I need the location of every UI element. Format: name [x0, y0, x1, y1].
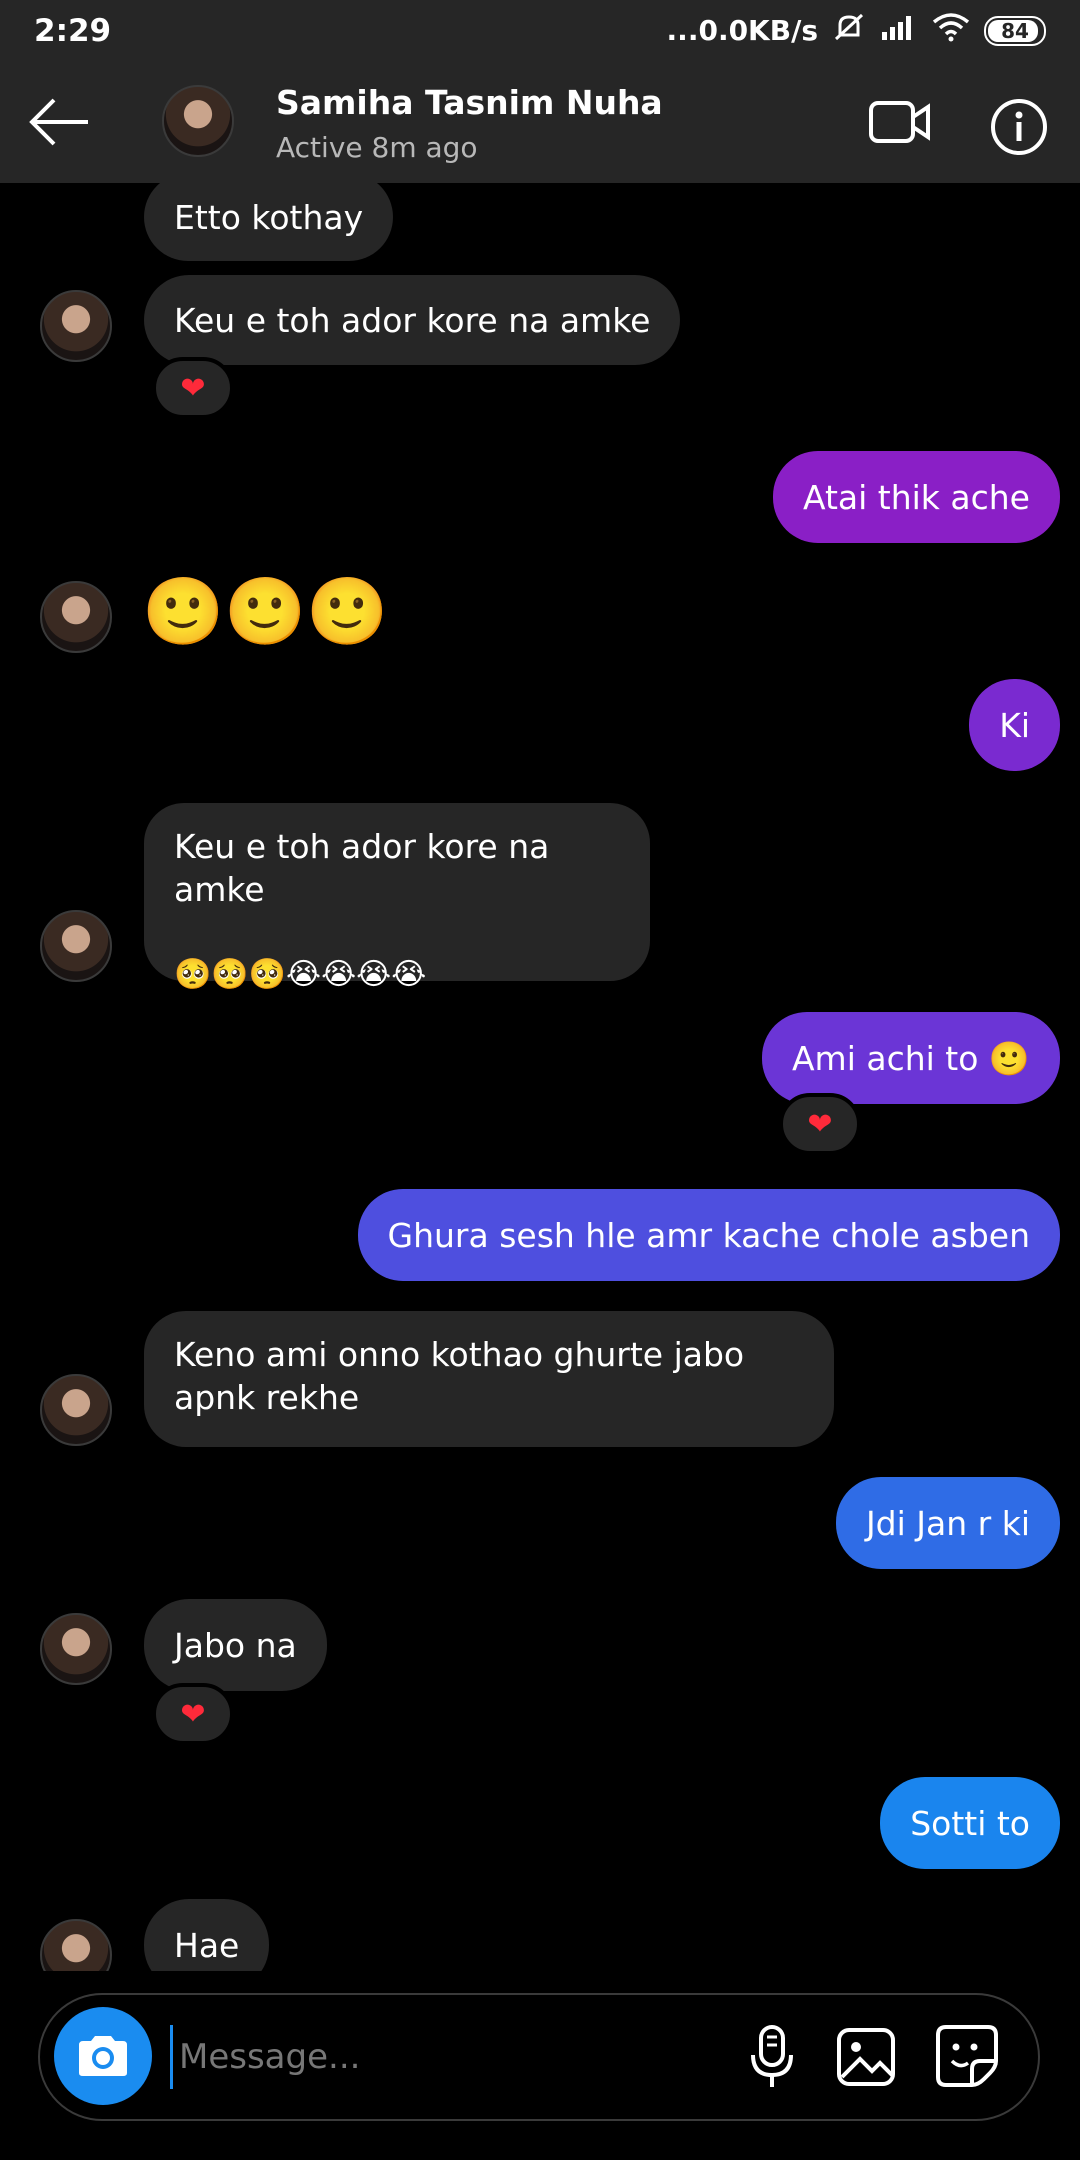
back-button[interactable]: [28, 95, 92, 149]
sticker-button[interactable]: [934, 2023, 1000, 2089]
message-text: Ami achi to 🙂: [791, 1038, 1030, 1078]
incoming-message[interactable]: Keu e toh ador kore na amke: [144, 275, 681, 365]
contact-status: Active 8m ago: [276, 131, 478, 164]
outgoing-message[interactable]: Jdi Jan r ki: [835, 1477, 1060, 1569]
wifi-icon: [932, 12, 970, 49]
microphone-icon: [751, 2025, 793, 2087]
incoming-message[interactable]: Hae: [144, 1899, 270, 1971]
incoming-message[interactable]: Jabo na: [144, 1599, 327, 1691]
message-text: Hae: [174, 1925, 240, 1965]
heart-reaction[interactable]: ❤: [152, 1683, 234, 1745]
info-button[interactable]: [989, 97, 1049, 157]
avatar[interactable]: [40, 581, 112, 653]
heart-icon: ❤: [180, 1696, 206, 1732]
network-speed: ...0.0KB/s: [666, 14, 818, 47]
avatar[interactable]: [40, 290, 112, 362]
message-composer: [38, 1993, 1040, 2121]
message-text: Keno ami onno kothao ghurte jabo apnk re…: [174, 1335, 745, 1417]
message-text: Jabo na: [174, 1625, 297, 1665]
status-bar: 2:29 ...0.0KB/s 84: [0, 0, 1080, 61]
video-call-button[interactable]: [868, 97, 932, 147]
message-text: Ki: [999, 705, 1030, 745]
incoming-message[interactable]: Keu e toh ador kore na amke 🥺🥺🥺😭😭😭😭: [144, 803, 650, 992]
message-input[interactable]: [170, 2025, 730, 2089]
status-time: 2:29: [34, 12, 112, 49]
avatar[interactable]: [40, 910, 112, 982]
gallery-icon: [837, 2028, 895, 2086]
contact-avatar[interactable]: [162, 85, 234, 157]
outgoing-message[interactable]: Ki: [969, 679, 1060, 771]
sticker-icon: [936, 2025, 998, 2087]
outgoing-message[interactable]: Sotti to: [880, 1777, 1060, 1869]
message-text: Ghura sesh hle amr kache chole asben: [387, 1215, 1030, 1255]
message-thread[interactable]: Etto kothay Keu e toh ador kore na amke …: [0, 183, 1080, 1971]
incoming-message[interactable]: Keno ami onno kothao ghurte jabo apnk re…: [144, 1311, 834, 1447]
outgoing-message[interactable]: Atai thik ache: [772, 451, 1060, 543]
heart-icon: ❤: [807, 1106, 833, 1142]
message-emoji-line: 🥺🥺🥺😭😭😭😭: [174, 957, 427, 992]
battery-indicator: 84: [984, 15, 1046, 46]
incoming-message[interactable]: Etto kothay: [144, 183, 394, 261]
info-icon: [991, 99, 1047, 155]
message-text: Jdi Jan r ki: [865, 1503, 1030, 1543]
message-text: Keu e toh ador kore na amke: [174, 300, 651, 340]
avatar[interactable]: [40, 1919, 112, 1971]
avatar[interactable]: [40, 1374, 112, 1446]
outgoing-message[interactable]: Ghura sesh hle amr kache chole asben: [357, 1189, 1060, 1281]
avatar[interactable]: [40, 1613, 112, 1685]
signal-icon: [880, 12, 918, 49]
gallery-button[interactable]: [834, 2025, 898, 2089]
microphone-button[interactable]: [740, 2023, 804, 2091]
status-indicators: ...0.0KB/s 84: [667, 11, 1046, 50]
message-text: Atai thik ache: [802, 477, 1030, 517]
emoji-message[interactable]: 🙂🙂🙂: [142, 572, 389, 652]
message-text: Etto kothay: [174, 197, 364, 237]
camera-icon: [79, 2036, 127, 2076]
outgoing-message[interactable]: Ami achi to 🙂: [761, 1012, 1060, 1104]
message-text: Keu e toh ador kore na amke: [174, 827, 550, 909]
back-arrow-icon: [29, 98, 88, 146]
heart-reaction[interactable]: ❤: [779, 1093, 861, 1155]
mute-icon: [832, 11, 866, 50]
heart-icon: ❤: [180, 370, 206, 406]
camera-button[interactable]: [54, 2007, 152, 2105]
heart-reaction[interactable]: ❤: [152, 357, 234, 419]
message-text: Sotti to: [910, 1803, 1030, 1843]
chat-header: Samiha Tasnim Nuha Active 8m ago: [0, 61, 1080, 183]
video-call-icon: [869, 101, 930, 143]
message-text: 🙂🙂🙂: [142, 573, 389, 650]
contact-name[interactable]: Samiha Tasnim Nuha: [276, 83, 663, 122]
